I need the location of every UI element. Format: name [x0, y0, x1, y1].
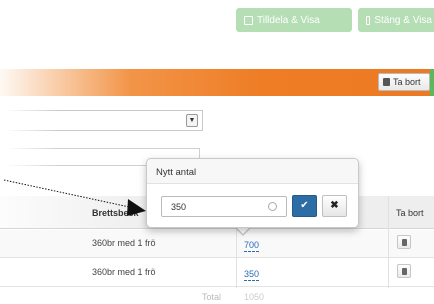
annotation-arrow — [3, 179, 146, 216]
annotation-arrow-head — [127, 199, 146, 216]
annotation-arrow-line — [3, 179, 135, 209]
